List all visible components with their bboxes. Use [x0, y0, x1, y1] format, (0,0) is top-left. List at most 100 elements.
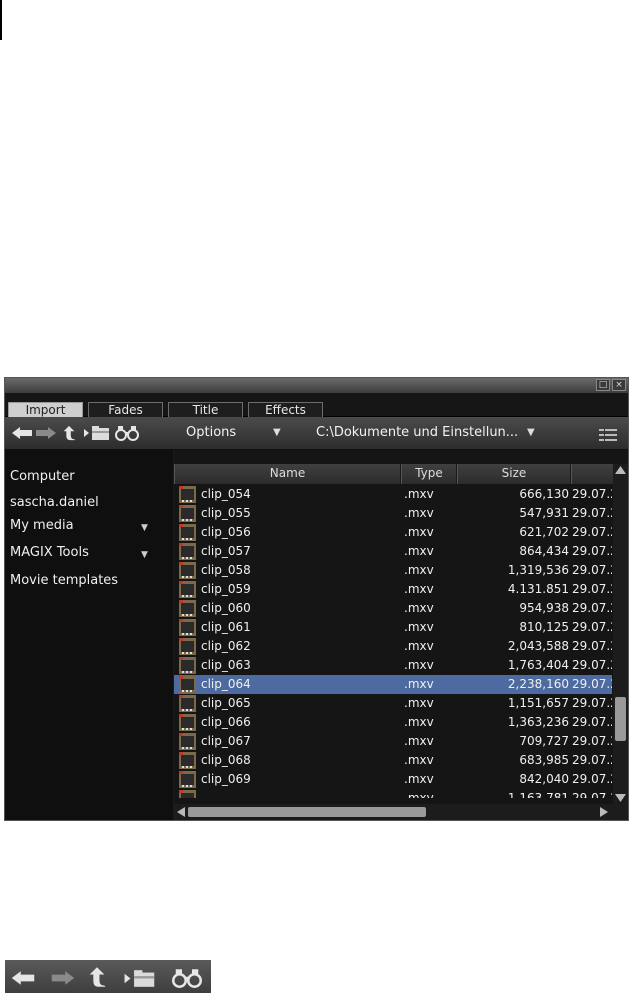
- file-date: 29.07.2: [572, 658, 612, 672]
- chevron-down-icon[interactable]: ▼: [141, 519, 148, 537]
- file-row[interactable]: clip_063 .mxv 1,763,40429.07.2: [174, 656, 612, 675]
- new-folder-icon[interactable]: [83, 425, 111, 441]
- column-header-type[interactable]: Type: [401, 464, 457, 484]
- file-type: .mxv: [404, 753, 434, 767]
- file-date: 29.07.2: [572, 734, 612, 748]
- file-date: 29.07.2: [572, 487, 612, 501]
- file-size: 1,151,657: [507, 696, 569, 710]
- chevron-down-icon[interactable]: ▼: [273, 425, 281, 441]
- tab-effects[interactable]: Effects: [248, 402, 323, 417]
- video-file-icon: [179, 600, 196, 617]
- file-row[interactable]: clip_066 .mxv 1,363,23629.07.2: [174, 713, 612, 732]
- restore-button[interactable]: □: [596, 379, 610, 391]
- sidebar-item-my-media[interactable]: My media: [10, 517, 74, 535]
- column-header-name[interactable]: Name: [174, 464, 401, 484]
- file-type: .mxv: [404, 677, 434, 691]
- file-name: clip_055: [201, 506, 251, 520]
- options-menu[interactable]: Options: [186, 425, 236, 441]
- video-file-icon: [179, 562, 196, 579]
- file-row[interactable]: clip_067 .mxv 709,72729.07.2: [174, 732, 612, 751]
- video-file-icon: [179, 771, 196, 788]
- file-name: clip_056: [201, 525, 251, 539]
- video-file-icon: [179, 752, 196, 769]
- scroll-right-arrow-icon[interactable]: [600, 807, 608, 817]
- file-type: .mxv: [404, 582, 434, 596]
- file-row[interactable]: clip_060 .mxv 954,93829.07.2: [174, 599, 612, 618]
- file-name: clip_059: [201, 582, 251, 596]
- file-date: 29.07.2: [572, 791, 612, 798]
- file-row[interactable]: clip_056 .mxv 621,70229.07.2: [174, 523, 612, 542]
- sidebar-item-magix-tools[interactable]: MAGIX Tools: [10, 544, 89, 562]
- path-field[interactable]: C:\Dokumente und Einstellun...: [316, 425, 518, 441]
- file-size: 1,319,536: [507, 563, 569, 577]
- tab-fades[interactable]: Fades: [88, 402, 163, 417]
- horizontal-scrollbar[interactable]: [174, 804, 628, 820]
- file-date: 29.07.2: [572, 544, 612, 558]
- video-file-icon: [179, 524, 196, 541]
- file-type: .mxv: [404, 696, 434, 710]
- file-type: .mxv: [404, 563, 434, 577]
- toolbar: Options ▼ C:\Dokumente und Einstellun...…: [5, 417, 628, 450]
- file-row[interactable]: clip_054 .mxv 666,13029.07.2: [174, 485, 612, 504]
- file-type: .mxv: [404, 639, 434, 653]
- file-name: clip_068: [201, 753, 251, 767]
- video-file-icon: [179, 790, 196, 798]
- close-button[interactable]: ×: [612, 379, 626, 391]
- file-row[interactable]: clip_061 .mxv 810,12529.07.2: [174, 618, 612, 637]
- tab-import[interactable]: Import: [8, 402, 83, 417]
- up-folder-icon[interactable]: [61, 425, 77, 441]
- file-row[interactable]: clip_065 .mxv 1,151,65729.07.2: [174, 694, 612, 713]
- video-file-icon: [179, 714, 196, 731]
- scroll-down-arrow-icon[interactable]: [615, 794, 626, 802]
- sidebar: Computer sascha.daniel My media ▼ MAGIX …: [5, 450, 173, 820]
- binoculars-icon[interactable]: [115, 425, 139, 441]
- file-row[interactable]: clip_059 .mxv 4.131.85129.07.2: [174, 580, 612, 599]
- new-folder-icon: [124, 970, 155, 987]
- file-row[interactable]: clip_058 .mxv 1,319,53629.07.2: [174, 561, 612, 580]
- tab-bar: Import Fades Title Effects: [5, 393, 628, 417]
- file-size: 954,938: [519, 601, 569, 615]
- file-type: .mxv: [404, 620, 434, 634]
- scroll-left-arrow-icon[interactable]: [177, 807, 185, 817]
- file-size: 1,363,236: [507, 715, 569, 729]
- chevron-down-icon[interactable]: ▼: [141, 546, 148, 564]
- file-row[interactable]: clip_064 .mxv 2,238,16029.07.2: [174, 675, 612, 694]
- sidebar-item-movie-templates[interactable]: Movie templates: [10, 572, 118, 590]
- column-header-date[interactable]: [571, 464, 614, 484]
- video-file-icon: [179, 543, 196, 560]
- file-date: 29.07.2: [572, 601, 612, 615]
- file-row[interactable]: clip_069 .mxv 842,04029.07.2: [174, 770, 612, 789]
- file-date: 29.07.2: [572, 582, 612, 596]
- column-header-size[interactable]: Size: [457, 464, 571, 484]
- file-name: clip_065: [201, 696, 251, 710]
- file-row[interactable]: .mxv 1,163,78129.07.2: [174, 789, 612, 798]
- file-row[interactable]: clip_068 .mxv 683,98529.07.2: [174, 751, 612, 770]
- vertical-scrollbar[interactable]: [613, 464, 628, 804]
- horizontal-scroll-thumb[interactable]: [188, 807, 426, 817]
- file-type: .mxv: [404, 658, 434, 672]
- file-list: Name Type Size clip_054 .mxv 666,130 29.07.…: [174, 450, 628, 820]
- file-date: 29.07.2: [572, 753, 612, 767]
- title-bar[interactable]: □ ×: [5, 378, 628, 393]
- back-arrow-icon[interactable]: [11, 425, 33, 441]
- list-view-icon[interactable]: [599, 427, 617, 443]
- file-size: 864,434: [519, 544, 569, 558]
- video-file-icon: [179, 619, 196, 636]
- file-row[interactable]: clip_055 .mxv 547,93129.07.2: [174, 504, 612, 523]
- tab-title[interactable]: Title: [168, 402, 243, 417]
- vertical-scroll-thumb[interactable]: [615, 697, 626, 741]
- forward-arrow-icon[interactable]: [35, 425, 57, 441]
- file-name: clip_067: [201, 734, 251, 748]
- file-name: clip_062: [201, 639, 251, 653]
- chevron-down-icon[interactable]: ▼: [527, 425, 535, 441]
- file-type: .mxv: [404, 791, 434, 798]
- video-file-icon: [179, 676, 196, 693]
- sidebar-item-user[interactable]: sascha.daniel: [10, 494, 99, 512]
- file-size: 1,163,781: [507, 791, 569, 798]
- scroll-up-arrow-icon[interactable]: [615, 466, 626, 474]
- sidebar-item-computer[interactable]: Computer: [10, 468, 75, 486]
- file-row[interactable]: clip_062 .mxv 2,043,58829.07.2: [174, 637, 612, 656]
- file-rows: clip_054.mxv666,13029.07.2clip_055.mxv54…: [174, 485, 612, 798]
- file-row[interactable]: clip_057 .mxv 864,43429.07.2: [174, 542, 612, 561]
- file-size: 2,238,160: [507, 677, 569, 691]
